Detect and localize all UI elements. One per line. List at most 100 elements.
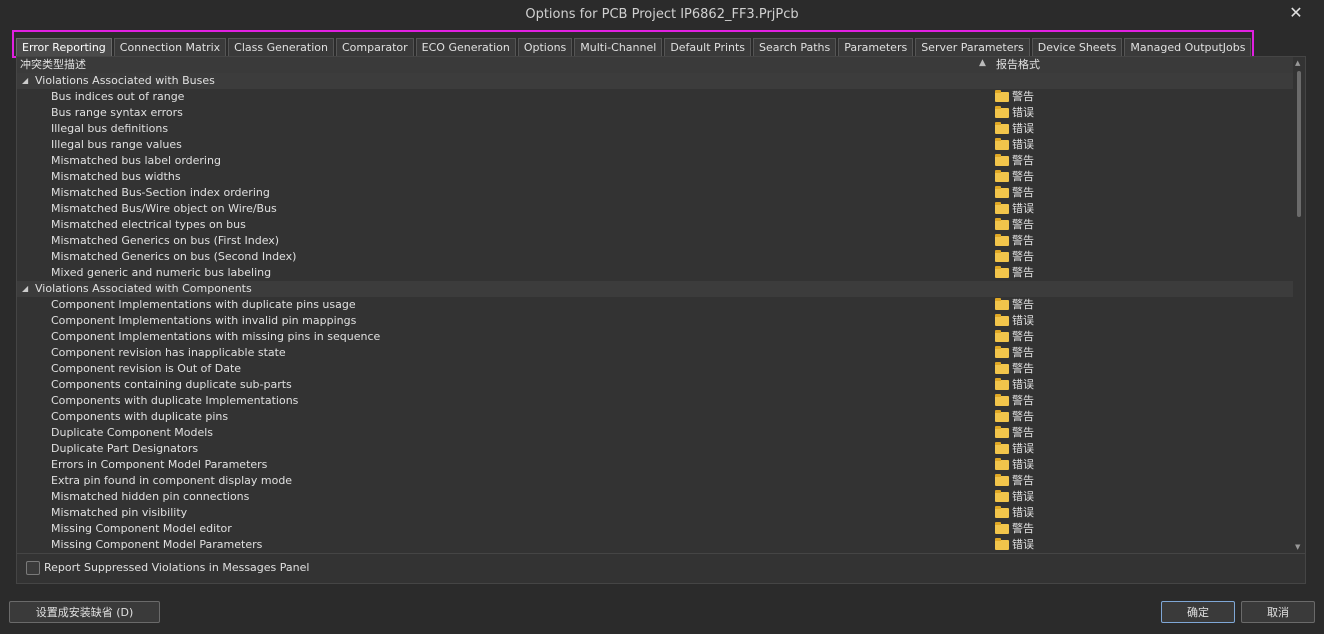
tab-multi-channel[interactable]: Multi-Channel	[574, 38, 663, 56]
report-mode-value[interactable]: 警告	[1012, 233, 1034, 249]
violation-row[interactable]: Components with duplicate pins 警告	[17, 409, 1293, 425]
tab-default-prints[interactable]: Default Prints	[664, 38, 752, 56]
folder-icon	[995, 522, 1009, 534]
tab-device-sheets[interactable]: Device Sheets	[1031, 38, 1123, 56]
ok-button[interactable]: 确定	[1161, 601, 1235, 623]
violation-row[interactable]: Mixed generic and numeric bus labeling 警告	[17, 265, 1293, 281]
report-mode-value[interactable]: 错误	[1012, 505, 1034, 521]
violation-row[interactable]: Errors in Component Model Parameters 错误	[17, 457, 1293, 473]
tab-class-generation[interactable]: Class Generation	[228, 38, 334, 56]
report-mode-value[interactable]: 警告	[1012, 265, 1034, 281]
tab-connection-matrix[interactable]: Connection Matrix	[113, 38, 227, 56]
report-mode-value[interactable]: 警告	[1012, 249, 1034, 265]
folder-icon	[995, 346, 1009, 358]
violation-row[interactable]: Bus indices out of range 警告	[17, 89, 1293, 105]
violation-row[interactable]: Component Implementations with duplicate…	[17, 297, 1293, 313]
column-header-report-mode[interactable]: 报告格式	[996, 58, 1040, 72]
collapse-icon[interactable]: ◢	[22, 281, 28, 297]
violation-row[interactable]: Mismatched hidden pin connections 错误	[17, 489, 1293, 505]
column-header-violation-type[interactable]: 冲突类型描述	[20, 58, 86, 72]
violation-row[interactable]: Components containing duplicate sub-part…	[17, 377, 1293, 393]
report-mode-value[interactable]: 错误	[1012, 313, 1034, 329]
violation-row[interactable]: Component revision is Out of Date 警告	[17, 361, 1293, 377]
folder-icon	[995, 122, 1009, 134]
violation-label: Bus indices out of range	[51, 90, 185, 103]
violation-row[interactable]: Missing Component Model editor 警告	[17, 521, 1293, 537]
folder-icon	[995, 378, 1009, 390]
tab-eco-generation[interactable]: ECO Generation	[415, 38, 516, 56]
report-mode-value[interactable]: 警告	[1012, 297, 1034, 313]
cancel-button[interactable]: 取消	[1241, 601, 1315, 623]
report-mode-value[interactable]: 错误	[1012, 457, 1034, 473]
violation-row[interactable]: Mismatched Generics on bus (First Index)…	[17, 233, 1293, 249]
tab-server-parameters[interactable]: Server Parameters	[915, 38, 1030, 56]
violation-row[interactable]: Component revision has inapplicable stat…	[17, 345, 1293, 361]
violation-row[interactable]: Duplicate Part Designators 错误	[17, 441, 1293, 457]
report-mode-value[interactable]: 警告	[1012, 409, 1034, 425]
report-suppressed-checkbox[interactable]	[26, 561, 40, 575]
violation-row[interactable]: Missing Component Model Parameters 错误	[17, 537, 1293, 553]
report-mode-value[interactable]: 错误	[1012, 489, 1034, 505]
folder-icon	[995, 410, 1009, 422]
violation-label: Mismatched pin visibility	[51, 506, 188, 519]
report-mode-value[interactable]: 警告	[1012, 217, 1034, 233]
report-mode-value[interactable]: 警告	[1012, 153, 1034, 169]
tab-parameters[interactable]: Parameters	[838, 38, 914, 56]
violation-label: Component revision has inapplicable stat…	[51, 346, 286, 359]
report-mode-value[interactable]: 错误	[1012, 137, 1034, 153]
report-mode-value[interactable]: 警告	[1012, 473, 1034, 489]
group-row[interactable]: ◢ Violations Associated with Buses	[17, 73, 1293, 89]
tab-error-reporting[interactable]: Error Reporting	[16, 38, 112, 56]
report-mode-value[interactable]: 警告	[1012, 185, 1034, 201]
report-mode-value[interactable]: 警告	[1012, 169, 1034, 185]
scroll-up-icon[interactable]: ▲	[1295, 59, 1300, 67]
report-mode-value[interactable]: 错误	[1012, 441, 1034, 457]
group-row[interactable]: ◢ Violations Associated with Components	[17, 281, 1293, 297]
report-mode-value[interactable]: 警告	[1012, 361, 1034, 377]
violation-row[interactable]: Mismatched electrical types on bus 警告	[17, 217, 1293, 233]
violation-row[interactable]: Mismatched bus label ordering 警告	[17, 153, 1293, 169]
report-mode-value[interactable]: 警告	[1012, 425, 1034, 441]
report-mode-value[interactable]: 警告	[1012, 393, 1034, 409]
vertical-scrollbar[interactable]: ▲ ▼	[1293, 57, 1305, 553]
scrollbar-thumb[interactable]	[1297, 71, 1301, 217]
violation-label: Missing Component Model Parameters	[51, 538, 263, 551]
tab-options[interactable]: Options	[517, 38, 573, 56]
report-mode-value[interactable]: 错误	[1012, 201, 1034, 217]
report-mode-value[interactable]: 警告	[1012, 89, 1034, 105]
violation-row[interactable]: Illegal bus range values 错误	[17, 137, 1293, 153]
close-icon[interactable]: ✕	[1286, 3, 1306, 23]
report-mode-value[interactable]: 错误	[1012, 121, 1034, 137]
violation-label: Component Implementations with invalid p…	[51, 314, 357, 327]
folder-icon	[995, 250, 1009, 262]
report-mode-value[interactable]: 错误	[1012, 377, 1034, 393]
violation-row[interactable]: Bus range syntax errors 错误	[17, 105, 1293, 121]
tab-managed-outputjobs[interactable]: Managed OutputJobs	[1124, 38, 1252, 56]
table-body: ◢ Violations Associated with Buses Bus ind…	[17, 73, 1293, 553]
violation-row[interactable]: Mismatched Bus-Section index ordering 警告	[17, 185, 1293, 201]
report-mode-value[interactable]: 警告	[1012, 521, 1034, 537]
table-header: 冲突类型描述 ▲ 报告格式	[17, 57, 1293, 74]
folder-icon	[995, 362, 1009, 374]
set-defaults-button[interactable]: 设置成安装缺省 (D)	[9, 601, 160, 623]
tab-comparator[interactable]: Comparator	[335, 38, 414, 56]
violation-row[interactable]: Mismatched Bus/Wire object on Wire/Bus 错误	[17, 201, 1293, 217]
violation-row[interactable]: Components with duplicate Implementation…	[17, 393, 1293, 409]
report-mode-value[interactable]: 错误	[1012, 105, 1034, 121]
violation-row[interactable]: Duplicate Component Models 警告	[17, 425, 1293, 441]
violation-row[interactable]: Mismatched bus widths 警告	[17, 169, 1293, 185]
scroll-down-icon[interactable]: ▼	[1295, 543, 1300, 551]
violation-row[interactable]: Illegal bus definitions 错误	[17, 121, 1293, 137]
violation-label: Mixed generic and numeric bus labeling	[51, 266, 272, 279]
report-mode-value[interactable]: 警告	[1012, 329, 1034, 345]
violation-row[interactable]: Mismatched pin visibility 错误	[17, 505, 1293, 521]
tab-search-paths[interactable]: Search Paths	[753, 38, 837, 56]
violation-row[interactable]: Mismatched Generics on bus (Second Index…	[17, 249, 1293, 265]
violation-row[interactable]: Component Implementations with invalid p…	[17, 313, 1293, 329]
report-mode-value[interactable]: 错误	[1012, 537, 1034, 553]
report-mode-value[interactable]: 警告	[1012, 345, 1034, 361]
violation-row[interactable]: Component Implementations with missing p…	[17, 329, 1293, 345]
collapse-icon[interactable]: ◢	[22, 73, 28, 89]
violation-row[interactable]: Extra pin found in component display mod…	[17, 473, 1293, 489]
violation-label: Mismatched hidden pin connections	[51, 490, 250, 503]
